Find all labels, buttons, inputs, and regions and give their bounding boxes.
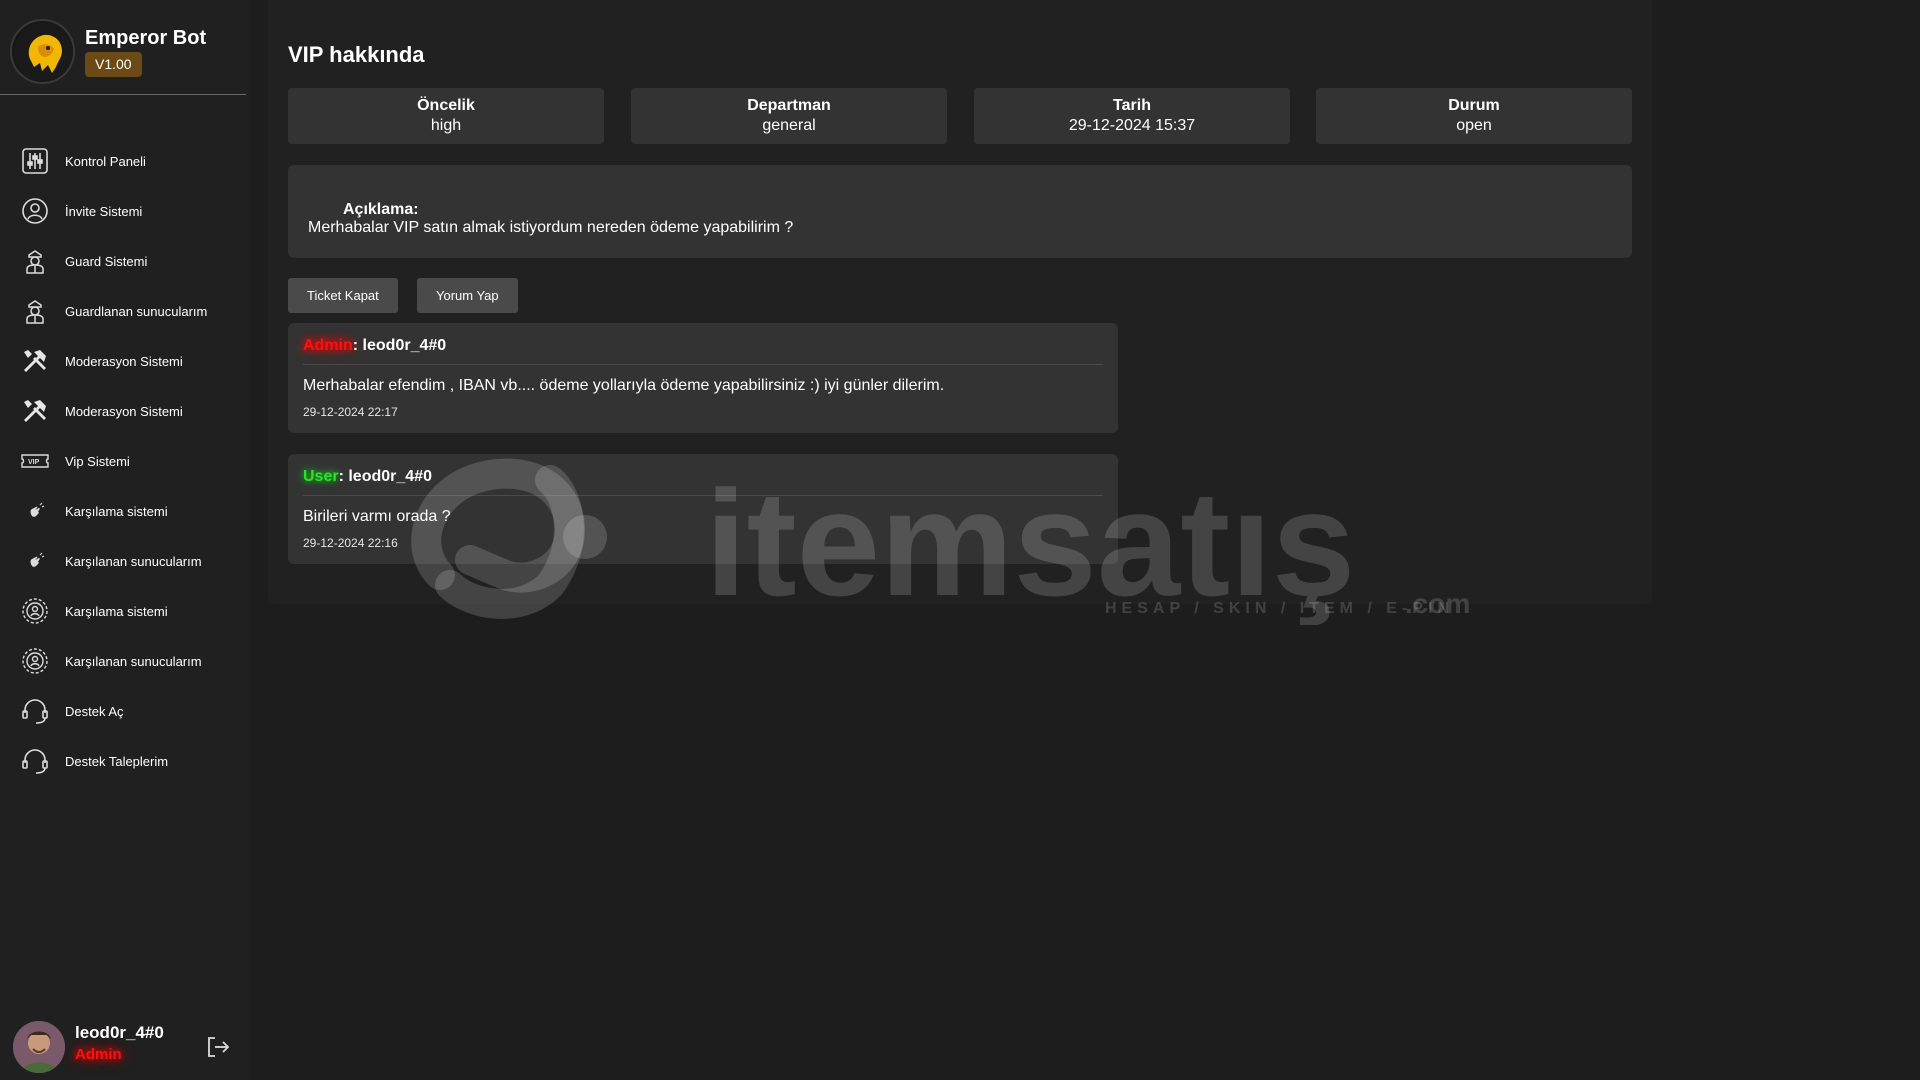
comment-button[interactable]: Yorum Yap [417, 278, 518, 313]
status-card: Durum open [1316, 88, 1632, 144]
svg-text:VIP: VIP [28, 459, 40, 466]
department-label: Departman [747, 97, 831, 114]
sidebar-item-destek-taleplerim[interactable]: Destek Taleplerim [0, 736, 250, 786]
sidebar-item-label: Destek Aç [65, 703, 124, 719]
user-circle-icon [18, 194, 52, 228]
sidebar-item-label: Vip Sistemi [65, 453, 130, 469]
comment-card: Admin: leod0r_4#0 Merhabalar efendim , I… [288, 323, 1118, 433]
comment-header: User: leod0r_4#0 [303, 468, 432, 486]
date-card: Tarih 29-12-2024 15:37 [974, 88, 1290, 144]
gear-badge-icon [18, 644, 52, 678]
sidebar-item-karsilanan[interactable]: Karşılanan sunucularım [0, 536, 250, 586]
date-value: 29-12-2024 15:37 [1068, 117, 1196, 134]
sidebar-item-karsilanan-2[interactable]: Karşılanan sunucularım [0, 636, 250, 686]
sidebar-item-label: Karşılanan sunucularım [65, 553, 202, 569]
sidebar-item-moderasyon-2[interactable]: Moderasyon Sistemi [0, 386, 250, 436]
description-text: Merhabalar VIP satın almak istiyordum ne… [308, 219, 794, 236]
sidebar-item-label: Moderasyon Sistemi [65, 403, 183, 419]
close-ticket-button[interactable]: Ticket Kapat [288, 278, 398, 313]
control-panel-icon [18, 144, 52, 178]
sidebar-item-kontrol-paneli[interactable]: Kontrol Paneli [0, 136, 250, 186]
divider [303, 364, 1103, 365]
sidebar-item-vip[interactable]: VIP Vip Sistemi [0, 436, 250, 486]
sidebar-item-destek-ac[interactable]: Destek Aç [0, 686, 250, 736]
logout-icon [208, 1037, 230, 1057]
sidebar-item-guardlanan[interactable]: Guardlanan sunucularım [0, 286, 250, 336]
tools-icon [18, 344, 52, 378]
comment-role-admin: Admin [303, 337, 353, 354]
date-label: Tarih [1113, 97, 1151, 114]
sidebar: Emperor Bot V1.00 Kontrol Paneli İnvite … [0, 0, 250, 1080]
lion-logo-icon [10, 19, 75, 84]
priority-label: Öncelik [417, 97, 475, 114]
page-title: VIP hakkında [288, 42, 425, 67]
guard-icon [18, 244, 52, 278]
wave-hand-icon [18, 544, 52, 578]
sidebar-item-label: Karşılama sistemi [65, 603, 168, 619]
department-value: general [762, 117, 816, 134]
comment-header: Admin: leod0r_4#0 [303, 337, 446, 355]
sidebar-item-invite[interactable]: İnvite Sistemi [0, 186, 250, 236]
user-role-badge: Admin [75, 1046, 122, 1063]
sidebar-nav: Kontrol Paneli İnvite Sistemi Guard Sist… [0, 136, 250, 786]
version-badge: V1.00 [85, 52, 142, 77]
sidebar-item-label: Kontrol Paneli [65, 153, 146, 169]
user-profile: leod0r_4#0 Admin [0, 1010, 250, 1080]
comment-text: Birileri varmı orada ? [303, 508, 451, 525]
comment-date: 29-12-2024 22:17 [303, 405, 398, 419]
description-label: Açıklama: [343, 201, 419, 218]
comment-author: : leod0r_4#0 [352, 337, 447, 354]
avatar[interactable] [13, 1021, 65, 1073]
user-name: leod0r_4#0 [75, 1023, 164, 1042]
status-label: Durum [1448, 97, 1500, 114]
sidebar-item-label: Karşılama sistemi [65, 503, 168, 519]
sidebar-item-label: İnvite Sistemi [65, 203, 143, 219]
sidebar-item-label: Karşılanan sunucularım [65, 653, 202, 669]
comment-author: : leod0r_4#0 [338, 468, 432, 485]
headset-icon [18, 694, 52, 728]
brand-header: Emperor Bot V1.00 [0, 0, 246, 95]
sidebar-item-karsilama-2[interactable]: Karşılama sistemi [0, 586, 250, 636]
guard-icon [18, 294, 52, 328]
vip-ticket-icon: VIP [18, 444, 52, 478]
sidebar-item-label: Guardlanan sunucularım [65, 303, 208, 319]
status-value: open [1456, 117, 1492, 134]
tools-icon [18, 394, 52, 428]
comment-role-user: User [303, 468, 339, 485]
sidebar-item-label: Destek Taleplerim [65, 753, 169, 769]
priority-value: high [430, 117, 462, 134]
description-box: Açıklama: Merhabalar VIP satın almak ist… [288, 165, 1632, 258]
headset-icon [18, 744, 52, 778]
priority-card: Öncelik high [288, 88, 604, 144]
sidebar-item-moderasyon[interactable]: Moderasyon Sistemi [0, 336, 250, 386]
sidebar-item-label: Guard Sistemi [65, 253, 148, 269]
divider [303, 495, 1103, 496]
sidebar-item-label: Moderasyon Sistemi [65, 353, 183, 369]
comment-date: 29-12-2024 22:16 [303, 536, 398, 550]
sidebar-item-karsilama[interactable]: Karşılama sistemi [0, 486, 250, 536]
wave-hand-icon [18, 494, 52, 528]
department-card: Departman general [631, 88, 947, 144]
gear-badge-icon [18, 594, 52, 628]
comment-card: User: leod0r_4#0 Birileri varmı orada ? … [288, 454, 1118, 564]
sidebar-item-guard[interactable]: Guard Sistemi [0, 236, 250, 286]
logout-button[interactable] [205, 1034, 231, 1060]
comment-text: Merhabalar efendim , IBAN vb.... ödeme y… [303, 377, 945, 394]
brand-name: Emperor Bot [85, 27, 207, 49]
